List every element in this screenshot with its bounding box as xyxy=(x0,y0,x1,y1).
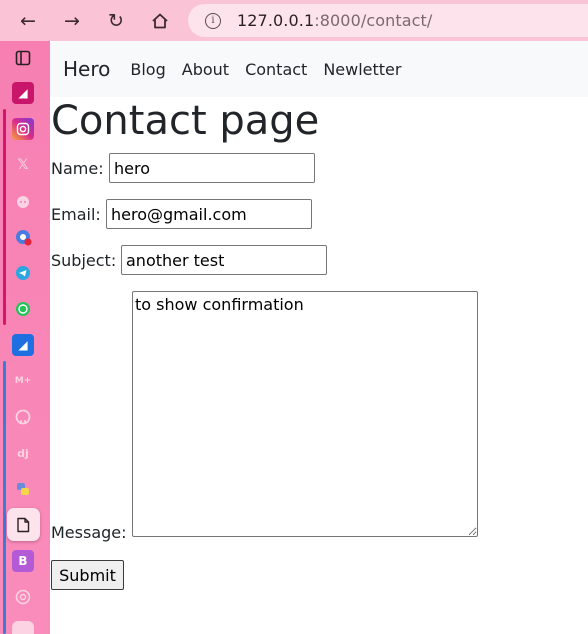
markdown-icon[interactable]: M+ xyxy=(12,370,34,392)
forward-icon[interactable]: → xyxy=(57,6,87,36)
sidebar-panel-icon[interactable] xyxy=(12,47,34,69)
reddit-icon[interactable] xyxy=(12,190,34,212)
django-icon[interactable]: dj xyxy=(12,442,34,464)
chrome-icon[interactable] xyxy=(12,226,34,248)
app-icon[interactable]: ◢ xyxy=(12,82,34,104)
address-bar[interactable]: i 127.0.0.1:8000/contact/ xyxy=(188,4,588,37)
bootstrap-icon[interactable]: B xyxy=(12,550,34,572)
web-page: Hero Blog About Contact Newletter Contac… xyxy=(50,41,588,634)
whatsapp-icon[interactable] xyxy=(12,298,34,320)
sidebar-group-indicator xyxy=(3,109,6,325)
site-navbar: Hero Blog About Contact Newletter xyxy=(50,41,588,97)
sidebar-group-indicator xyxy=(3,361,6,634)
home-icon[interactable] xyxy=(145,6,175,36)
browser-sidebar: ◢ 𝕏 ◢ M+ dj B xyxy=(0,41,50,634)
subject-field[interactable] xyxy=(121,245,327,275)
app-icon[interactable] xyxy=(12,621,34,634)
name-label: Name: xyxy=(51,159,104,178)
python-icon[interactable] xyxy=(12,478,34,500)
subject-label: Subject: xyxy=(51,251,117,270)
message-field[interactable]: to show confirmation xyxy=(132,291,478,537)
github-icon[interactable] xyxy=(12,406,34,428)
reload-icon[interactable]: ↻ xyxy=(101,6,131,36)
page-title: Contact page xyxy=(51,98,320,144)
email-field[interactable] xyxy=(106,199,312,229)
telegram-icon[interactable] xyxy=(12,262,34,284)
nav-link-contact[interactable]: Contact xyxy=(245,60,307,79)
email-label: Email: xyxy=(51,205,101,224)
name-field[interactable] xyxy=(109,153,315,183)
instagram-icon[interactable] xyxy=(12,118,34,140)
submit-button[interactable]: Submit xyxy=(51,560,124,590)
url-text: 127.0.0.1:8000/contact/ xyxy=(237,11,433,30)
message-label: Message: xyxy=(51,523,127,542)
site-brand[interactable]: Hero xyxy=(63,57,110,81)
nav-link-blog[interactable]: Blog xyxy=(130,60,165,79)
nav-link-about[interactable]: About xyxy=(182,60,229,79)
site-info-icon[interactable]: i xyxy=(205,12,221,29)
app-icon[interactable]: ◢ xyxy=(12,334,34,356)
browser-toolbar: ← → ↻ i 127.0.0.1:8000/contact/ xyxy=(0,0,588,41)
chatgpt-icon[interactable] xyxy=(12,586,34,608)
x-icon[interactable]: 𝕏 xyxy=(12,154,34,176)
document-icon[interactable] xyxy=(12,514,34,536)
back-icon[interactable]: ← xyxy=(13,6,43,36)
nav-link-newletter[interactable]: Newletter xyxy=(323,60,401,79)
